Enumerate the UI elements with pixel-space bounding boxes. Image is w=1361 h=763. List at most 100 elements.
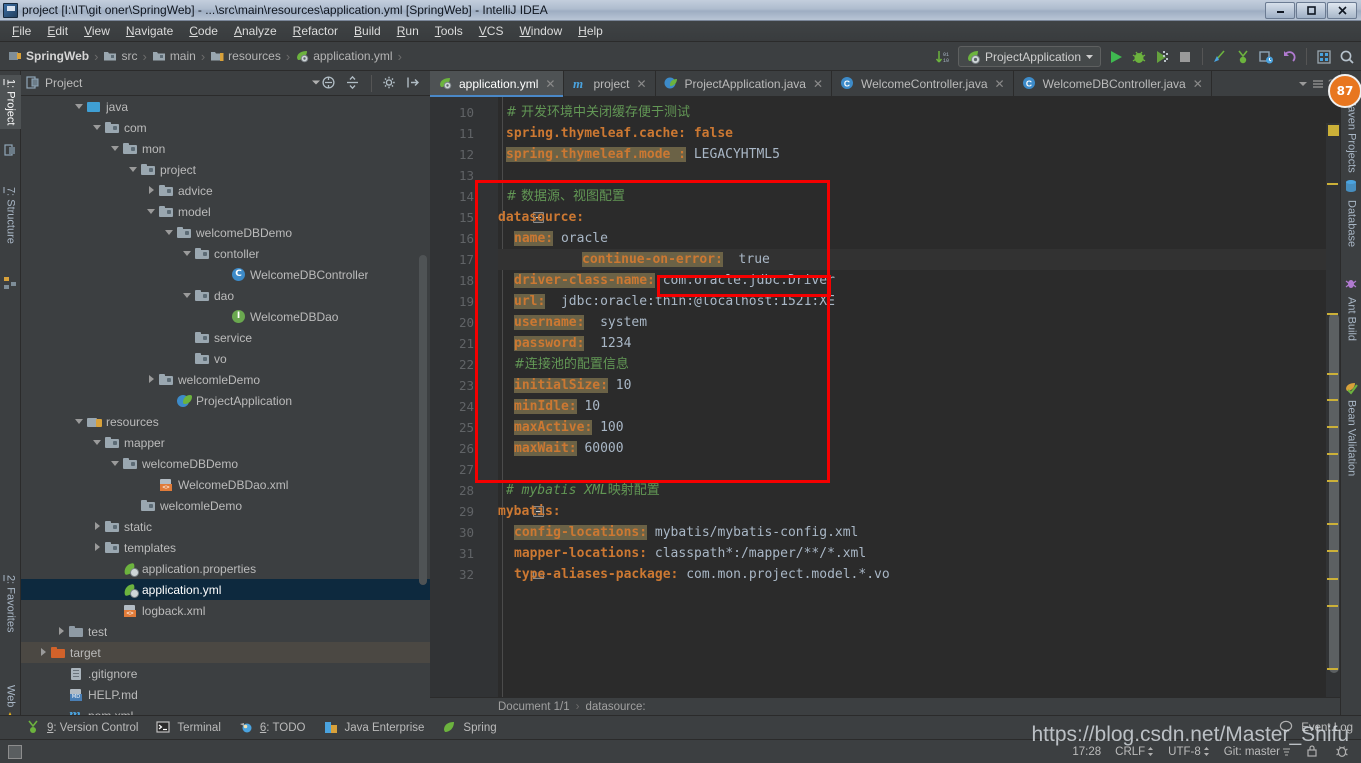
code-line-11[interactable]: spring.thymeleaf.cache: false	[506, 123, 733, 144]
breadcrumb-item-main[interactable]: main	[152, 49, 196, 63]
error-stripe-marker[interactable]	[1327, 578, 1338, 580]
tree-node-projectapplication[interactable]: ProjectApplication	[21, 390, 430, 411]
update-project-icon[interactable]	[1212, 49, 1228, 65]
error-stripe-marker[interactable]	[1327, 605, 1338, 607]
tree-toggle-down-icon[interactable]	[129, 165, 138, 174]
minimize-button[interactable]	[1265, 2, 1295, 19]
error-stripe-marker[interactable]	[1327, 313, 1338, 315]
tree-node-model[interactable]: model	[21, 201, 430, 222]
breadcrumb-item-resources[interactable]: resources	[210, 49, 281, 63]
code-line-23[interactable]: initialSize: 10	[514, 375, 631, 396]
error-stripe-marker[interactable]	[1327, 523, 1338, 525]
collapse-all-icon[interactable]	[321, 75, 337, 91]
right-tool-tab-bean-validation[interactable]: Bean Validation	[1341, 396, 1361, 480]
tree-node-project[interactable]: project	[21, 159, 430, 180]
tree-node-dao[interactable]: dao	[21, 285, 430, 306]
expand-all-icon[interactable]	[345, 75, 361, 91]
tree-toggle-right-icon[interactable]	[93, 522, 102, 531]
code-line-15[interactable]: datasource:	[498, 207, 584, 228]
code-line-28[interactable]: # mybatis XML映射配置	[506, 480, 660, 501]
tree-node-templates[interactable]: templates	[21, 537, 430, 558]
inspections-icon[interactable]	[1335, 744, 1351, 760]
menu-item-edit[interactable]: Edit	[39, 22, 76, 40]
right-tool-tab-database[interactable]: Database	[1341, 196, 1361, 251]
close-icon[interactable]: ✕	[813, 77, 823, 91]
tree-node-com[interactable]: com	[21, 117, 430, 138]
menu-item-file[interactable]: File	[4, 22, 39, 40]
close-icon[interactable]: ✕	[545, 77, 555, 91]
error-stripe-marker[interactable]	[1327, 183, 1338, 185]
event-log-area[interactable]: Event Log	[1279, 720, 1361, 736]
tree-node-contoller[interactable]: contoller	[21, 243, 430, 264]
tree-toggle-right-icon[interactable]	[93, 543, 102, 552]
left-tool-tab-2--favorites[interactable]: 2: Favorites	[0, 571, 21, 636]
breadcrumb-item-springweb[interactable]: SpringWeb	[8, 49, 89, 63]
code-line-30[interactable]: config-locations: mybatis/mybatis-config…	[514, 522, 858, 543]
git-branch-indicator[interactable]: Git: master	[1224, 746, 1291, 758]
tree-node-mapper[interactable]: mapper	[21, 432, 430, 453]
menu-item-code[interactable]: Code	[181, 22, 226, 40]
close-button[interactable]	[1327, 2, 1357, 19]
breadcrumb-item-src[interactable]: src	[103, 49, 137, 63]
tree-node-application-properties[interactable]: application.properties	[21, 558, 430, 579]
tree-node-logback-xml[interactable]: logback.xml	[21, 600, 430, 621]
tree-node-welcomedbcontroller[interactable]: WelcomeDBController	[21, 264, 430, 285]
tree-node-mon[interactable]: mon	[21, 138, 430, 159]
error-stripe-marker[interactable]	[1327, 426, 1338, 428]
menu-item-window[interactable]: Window	[511, 22, 570, 40]
tree-toggle-down-icon[interactable]	[183, 249, 192, 258]
close-icon[interactable]: ✕	[1193, 77, 1203, 91]
revert-icon[interactable]	[1281, 49, 1297, 65]
tree-node--gitignore[interactable]: .gitignore	[21, 663, 430, 684]
close-icon[interactable]: ✕	[995, 77, 1005, 91]
code-line-32[interactable]: type-aliases-package: com.mon.project.mo…	[514, 564, 890, 585]
menu-item-refactor[interactable]: Refactor	[285, 22, 346, 40]
bottom-tab-java-enterprise[interactable]: Java Enterprise	[324, 720, 424, 736]
error-stripe-top-marker[interactable]	[1328, 125, 1339, 136]
code-line-17[interactable]: continue-on-error: true	[498, 249, 1340, 270]
tree-node-welcomedbdao-xml[interactable]: WelcomeDBDao.xml	[21, 474, 430, 495]
menu-item-analyze[interactable]: Analyze	[226, 22, 285, 40]
gear-icon[interactable]	[382, 75, 398, 91]
project-tree-scrollbar[interactable]	[419, 255, 427, 585]
tree-toggle-down-icon[interactable]	[183, 291, 192, 300]
bottom-tab-terminal[interactable]: Terminal	[156, 720, 221, 736]
tree-node-welcomedbdemo[interactable]: welcomeDBDemo	[21, 453, 430, 474]
tree-node-welcomedbdao[interactable]: WelcomeDBDao	[21, 306, 430, 327]
editor-tab-project[interactable]: m project ✕	[564, 71, 656, 96]
editor-tab-application-yml[interactable]: application.yml ✕	[430, 71, 565, 97]
tree-node-test[interactable]: test	[21, 621, 430, 642]
error-stripe-marker[interactable]	[1327, 550, 1338, 552]
inspections-badge[interactable]: 87	[1328, 74, 1361, 108]
encoding-indicator[interactable]: UTF-8	[1168, 746, 1210, 758]
code-line-26[interactable]: maxWait: 60000	[514, 438, 624, 459]
memory-indicator[interactable]	[8, 744, 22, 759]
code-line-21[interactable]: password: 1234	[514, 333, 631, 354]
tree-node-java[interactable]: java	[21, 96, 430, 117]
tree-toggle-down-icon[interactable]	[75, 417, 84, 426]
code-line-19[interactable]: url: jdbc:oracle:thin:@localhost:1521:XE	[514, 291, 835, 312]
tree-node-pom-xml[interactable]: pom.xml	[21, 705, 430, 716]
tree-toggle-right-icon[interactable]	[147, 186, 156, 195]
code-line-29[interactable]: mybatis:	[498, 501, 561, 522]
tree-node-static[interactable]: static	[21, 516, 430, 537]
search-everywhere-icon[interactable]	[1339, 49, 1355, 65]
menu-item-build[interactable]: Build	[346, 22, 389, 40]
event-log-label[interactable]: Event Log	[1301, 722, 1353, 734]
left-tool-tab-1--project[interactable]: 1: Project	[0, 75, 21, 130]
left-tool-tab-web[interactable]: Web	[0, 681, 21, 711]
code-line-12[interactable]: spring.thymeleaf.mode : LEGACYHTML5	[506, 144, 780, 165]
code-line-18[interactable]: driver-class-name: com.oracle.jdbc.Drive…	[514, 270, 835, 291]
project-view-dropdown-icon[interactable]	[311, 76, 321, 90]
stop-icon[interactable]	[1177, 49, 1193, 65]
error-stripe-marker[interactable]	[1327, 668, 1338, 670]
tree-toggle-down-icon[interactable]	[111, 459, 120, 468]
menu-item-navigate[interactable]: Navigate	[118, 22, 181, 40]
breadcrumb-item-application-yml[interactable]: application.yml	[295, 49, 393, 63]
menu-item-tools[interactable]: Tools	[427, 22, 471, 40]
code-line-22[interactable]: #连接池的配置信息	[514, 354, 629, 375]
run-with-coverage-icon[interactable]	[1154, 49, 1170, 65]
bottom-tab-spring[interactable]: Spring	[442, 720, 497, 736]
read-only-lock-icon[interactable]	[1305, 744, 1321, 760]
tree-toggle-down-icon[interactable]	[93, 438, 102, 447]
